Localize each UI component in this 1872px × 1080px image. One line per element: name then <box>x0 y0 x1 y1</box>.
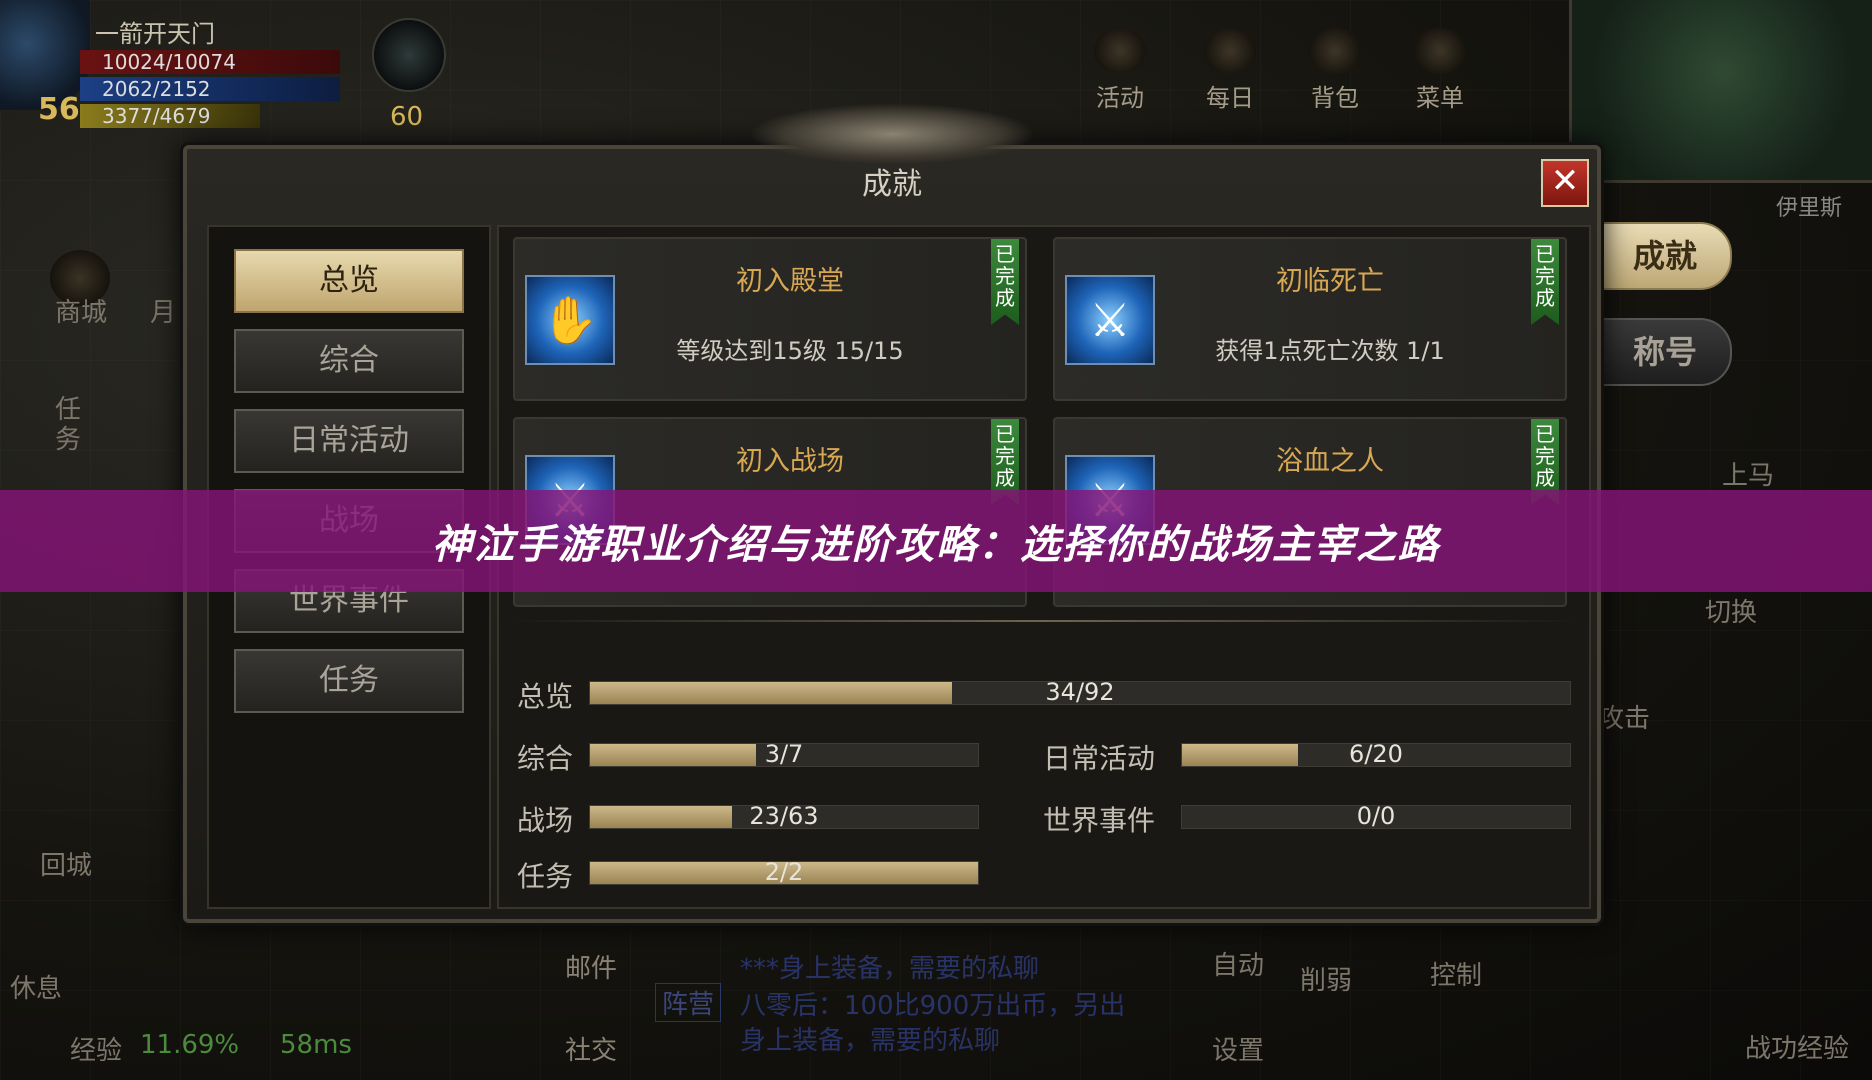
minimap[interactable] <box>1569 0 1872 183</box>
exp-bar: 3377/4679 <box>80 104 260 128</box>
progress-world-event: 0/0 <box>1181 802 1571 830</box>
close-icon: ✕ <box>1550 161 1580 201</box>
dialog-title: 成就 <box>862 167 922 202</box>
progress-text: 2/2 <box>764 858 804 886</box>
stat-label-battlefield: 战场 <box>517 804 574 837</box>
attack-label[interactable]: 攻击 <box>1598 698 1650 735</box>
latency-value: 58ms <box>280 1030 352 1060</box>
progress-text: 34/92 <box>1045 678 1115 706</box>
completed-badge: 已完成 <box>991 239 1019 325</box>
activity-icon <box>1094 28 1146 74</box>
auto-label[interactable]: 自动 <box>1212 945 1264 982</box>
daily-label: 每日 <box>1206 84 1254 112</box>
nav-daily-activity[interactable]: 日常活动 <box>234 409 464 473</box>
tab-title[interactable]: 称号 <box>1598 318 1732 386</box>
weaken-label[interactable]: 削弱 <box>1300 960 1352 997</box>
daily-button[interactable]: 每日 <box>1190 28 1270 113</box>
player-level: 56 <box>38 92 80 127</box>
stat-label-quest: 任务 <box>517 860 574 893</box>
chat-line: 八零后：100比900万出币，另出 <box>740 991 1126 1021</box>
rest-label[interactable]: 休息 <box>10 968 62 1005</box>
activity-button[interactable]: 活动 <box>1080 28 1160 113</box>
skull-ornament-icon <box>752 104 1032 164</box>
nav-overview[interactable]: 总览 <box>234 249 464 313</box>
stat-label-world-event: 世界事件 <box>1043 804 1156 837</box>
social-label[interactable]: 社交 <box>565 1030 617 1067</box>
settings-label[interactable]: 设置 <box>1212 1030 1264 1067</box>
chat-line: 身上装备，需要的私聊 <box>740 1026 1001 1056</box>
menu-icon <box>1414 28 1466 74</box>
control-label[interactable]: 控制 <box>1430 955 1482 992</box>
title-banner: 神泣手游职业介绍与进阶攻略：选择你的战场主宰之路 <box>0 490 1872 592</box>
chat-line: ***身上装备，需要的私聊 <box>740 954 1040 984</box>
progress-overview: 34/92 <box>589 678 1571 706</box>
activity-label: 活动 <box>1096 84 1144 112</box>
tab-achievement[interactable]: 成就 <box>1598 222 1732 290</box>
completed-badge: 已完成 <box>1531 239 1559 325</box>
daily-icon <box>1204 28 1256 74</box>
progress-text: 6/20 <box>1349 740 1403 768</box>
minimap-label: 伊里斯 <box>1775 196 1842 221</box>
pet-level: 60 <box>390 102 424 132</box>
exp-label: 经验 <box>70 1036 123 1066</box>
progress-text: 23/63 <box>749 802 819 830</box>
progress-daily: 6/20 <box>1181 740 1571 768</box>
nav-quest[interactable]: 任务 <box>234 649 464 713</box>
crossed-swords-icon: ⚔ <box>1065 275 1155 365</box>
mp-bar: 2062/2152 <box>80 77 340 101</box>
stat-label-general: 综合 <box>517 742 574 775</box>
achievement-title: 初入殿堂 <box>736 266 844 297</box>
switch-label[interactable]: 切换 <box>1705 592 1757 629</box>
achievement-desc: 获得1点死亡次数 1/1 <box>1215 337 1445 365</box>
player-name: 一箭开天门 <box>95 20 215 48</box>
mount-label[interactable]: 上马 <box>1722 455 1774 492</box>
progress-battlefield: 23/63 <box>589 802 979 830</box>
bag-button[interactable]: 背包 <box>1295 28 1375 113</box>
nav-general[interactable]: 综合 <box>234 329 464 393</box>
achievement-title: 浴血之人 <box>1276 446 1384 477</box>
achievement-title: 初入战场 <box>736 446 844 477</box>
achievement-card[interactable]: ✋ 初入殿堂 等级达到15级 15/15 已完成 <box>513 237 1027 401</box>
stat-label-overview: 总览 <box>517 680 574 713</box>
stat-label-daily: 日常活动 <box>1043 742 1156 775</box>
progress-quest: 2/2 <box>589 858 979 886</box>
achievement-card[interactable]: ⚔ 初临死亡 获得1点死亡次数 1/1 已完成 <box>1053 237 1567 401</box>
chat-channel-tag: 阵营 <box>655 983 722 1022</box>
close-button[interactable]: ✕ <box>1541 159 1589 207</box>
achievement-title: 初临死亡 <box>1276 266 1384 297</box>
menu-label: 菜单 <box>1416 84 1464 112</box>
shop-label: 商城 <box>55 298 108 328</box>
month-label: 月 <box>150 298 177 328</box>
menu-button[interactable]: 菜单 <box>1400 28 1480 113</box>
mail-label[interactable]: 邮件 <box>565 948 617 985</box>
exp-value: 11.69% <box>140 1030 240 1060</box>
divider <box>509 620 1579 622</box>
bag-icon <box>1309 28 1361 74</box>
progress-text: 3/7 <box>764 740 804 768</box>
progress-text: 0/0 <box>1356 802 1396 830</box>
battle-exp-label: 战功经验 <box>1745 1034 1850 1064</box>
handshake-icon: ✋ <box>525 275 615 365</box>
progress-general: 3/7 <box>589 740 979 768</box>
bag-label: 背包 <box>1311 84 1359 112</box>
pet-orb-icon[interactable] <box>372 18 446 92</box>
achievement-desc: 等级达到15级 15/15 <box>676 337 904 365</box>
banner-text: 神泣手游职业介绍与进阶攻略：选择你的战场主宰之路 <box>432 522 1440 568</box>
return-city-label[interactable]: 回城 <box>40 845 92 882</box>
hp-bar: 10024/10074 <box>80 50 340 74</box>
quest-side-label[interactable]: 任务 <box>55 395 85 455</box>
